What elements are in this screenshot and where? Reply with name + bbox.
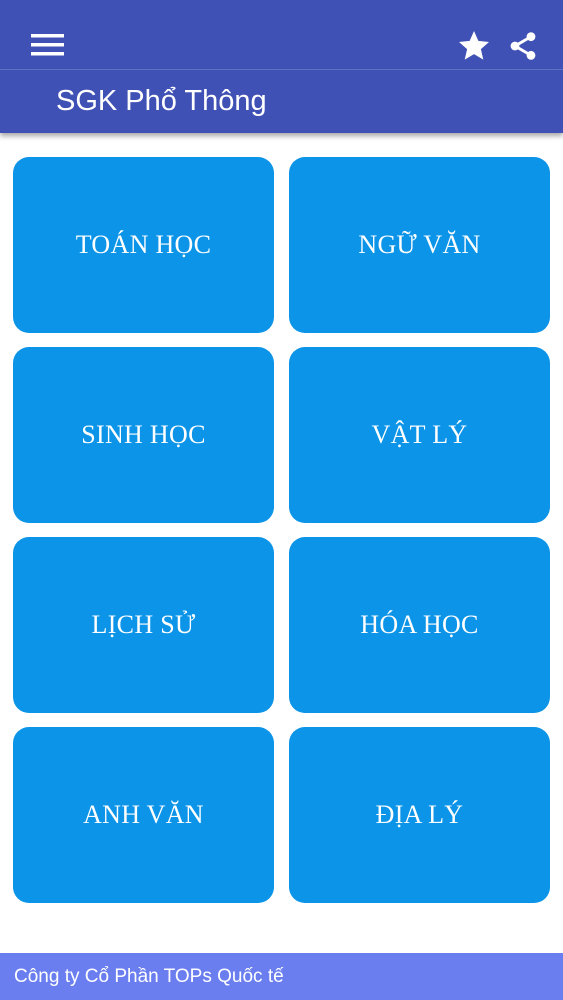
- subject-label: NGỮ VĂN: [358, 230, 481, 259]
- subject-tile-ngu-van[interactable]: NGỮ VĂN: [289, 157, 550, 333]
- favorite-button[interactable]: [450, 22, 498, 70]
- subject-label: HÓA HỌC: [360, 610, 479, 639]
- share-button[interactable]: [500, 22, 546, 70]
- star-icon: [459, 31, 489, 60]
- subject-tile-hoa-hoc[interactable]: HÓA HỌC: [289, 537, 550, 713]
- footer-bar: Công ty Cổ Phần TOPs Quốc tế: [0, 953, 563, 1000]
- menu-button[interactable]: [22, 22, 74, 68]
- subject-label: ANH VĂN: [83, 800, 204, 829]
- subject-tile-vat-ly[interactable]: VẬT LÝ: [289, 347, 550, 523]
- menu-icon: [31, 34, 64, 56]
- subject-tile-lich-su[interactable]: LỊCH SỬ: [13, 537, 274, 713]
- subject-label: SINH HỌC: [81, 420, 206, 449]
- footer-company-name: Công ty Cổ Phần TOPs Quốc tế: [14, 966, 284, 987]
- app-bar: SGK Phổ Thông: [0, 0, 563, 133]
- subject-label: TOÁN HỌC: [75, 230, 212, 259]
- subject-tile-toan-hoc[interactable]: TOÁN HỌC: [13, 157, 274, 333]
- subject-tile-dia-ly[interactable]: ĐỊA LÝ: [289, 727, 550, 903]
- app-title: SGK Phổ Thông: [56, 85, 267, 117]
- subject-label: VẬT LÝ: [371, 420, 468, 449]
- share-icon: [510, 32, 536, 60]
- subject-label: LỊCH SỬ: [91, 610, 196, 639]
- app-bar-divider: [0, 69, 563, 70]
- subject-label: ĐỊA LÝ: [375, 800, 464, 829]
- subject-tile-anh-van[interactable]: ANH VĂN: [13, 727, 274, 903]
- subject-tile-sinh-hoc[interactable]: SINH HỌC: [13, 347, 274, 523]
